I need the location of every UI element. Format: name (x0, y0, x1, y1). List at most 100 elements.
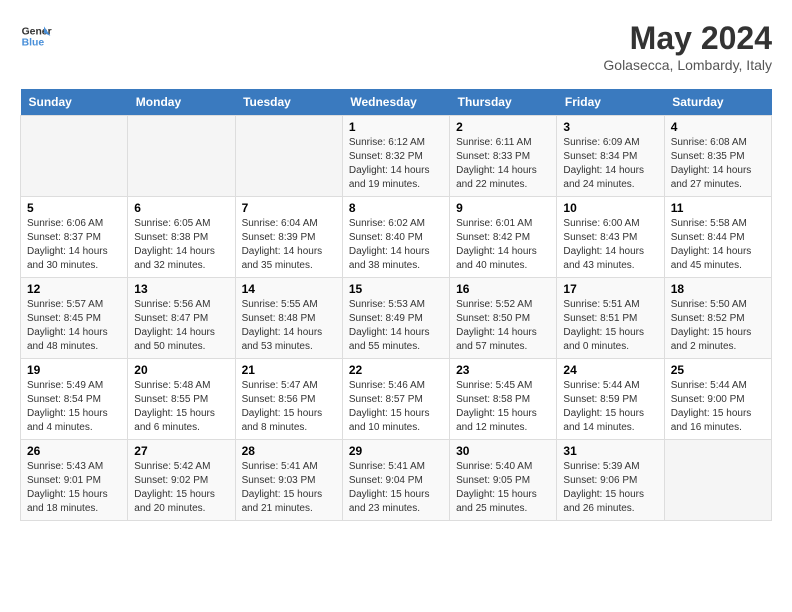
calendar-cell: 5 Sunrise: 6:06 AM Sunset: 8:37 PM Daylig… (21, 197, 128, 278)
day-info: Sunrise: 5:51 AM Sunset: 8:51 PM Dayligh… (563, 298, 657, 354)
day-info: Sunrise: 6:02 AM Sunset: 8:40 PM Dayligh… (349, 217, 443, 273)
day-number: 21 (242, 363, 336, 377)
day-number: 25 (671, 363, 765, 377)
svg-text:Blue: Blue (22, 38, 45, 49)
day-info: Sunrise: 5:41 AM Sunset: 9:03 PM Dayligh… (242, 460, 336, 516)
calendar-table: SundayMondayTuesdayWednesdayThursdayFrid… (20, 89, 772, 521)
day-info: Sunrise: 5:52 AM Sunset: 8:50 PM Dayligh… (456, 298, 550, 354)
header-monday: Monday (128, 89, 235, 116)
day-info: Sunrise: 6:11 AM Sunset: 8:33 PM Dayligh… (456, 136, 550, 192)
day-info: Sunrise: 5:50 AM Sunset: 8:52 PM Dayligh… (671, 298, 765, 354)
title-block: May 2024 Golasecca, Lombardy, Italy (603, 20, 772, 73)
day-number: 4 (671, 120, 765, 134)
logo-icon: General Blue (20, 20, 52, 52)
calendar-cell: 7Sunrise: 6:04 AM Sunset: 8:39 PM Daylig… (235, 197, 342, 278)
day-info: Sunrise: 6:12 AM Sunset: 8:32 PM Dayligh… (349, 136, 443, 192)
day-info: Sunrise: 6:09 AM Sunset: 8:34 PM Dayligh… (563, 136, 657, 192)
calendar-cell: 6 Sunrise: 6:05 AM Sunset: 8:38 PM Daylig… (128, 197, 235, 278)
day-info: Sunrise: 5:40 AM Sunset: 9:05 PM Dayligh… (456, 460, 550, 516)
calendar-cell: 8 Sunrise: 6:02 AM Sunset: 8:40 PM Daylig… (342, 197, 449, 278)
day-number: 27 (134, 444, 228, 458)
day-info: Sunrise: 5:46 AM Sunset: 8:57 PM Dayligh… (349, 379, 443, 435)
day-info: Sunrise: 5:45 AM Sunset: 8:58 PM Dayligh… (456, 379, 550, 435)
calendar-cell: 22 Sunrise: 5:46 AM Sunset: 8:57 PM Dayli… (342, 359, 449, 440)
day-number: 15 (349, 282, 443, 296)
calendar-header-row: SundayMondayTuesdayWednesdayThursdayFrid… (21, 89, 772, 116)
day-info: Sunrise: 5:53 AM Sunset: 8:49 PM Dayligh… (349, 298, 443, 354)
day-number: 19 (27, 363, 121, 377)
day-number: 22 (349, 363, 443, 377)
day-info: Sunrise: 5:56 AM Sunset: 8:47 PM Dayligh… (134, 298, 228, 354)
calendar-cell: 9Sunrise: 6:01 AM Sunset: 8:42 PM Daylig… (450, 197, 557, 278)
calendar-cell: 1 Sunrise: 6:12 AM Sunset: 8:32 PM Daylig… (342, 116, 449, 197)
day-info: Sunrise: 5:43 AM Sunset: 9:01 PM Dayligh… (27, 460, 121, 516)
calendar-cell: 3 Sunrise: 6:09 AM Sunset: 8:34 PM Daylig… (557, 116, 664, 197)
header-thursday: Thursday (450, 89, 557, 116)
day-number: 26 (27, 444, 121, 458)
calendar-cell: 27Sunrise: 5:42 AM Sunset: 9:02 PM Dayli… (128, 440, 235, 521)
calendar-cell: 18Sunrise: 5:50 AM Sunset: 8:52 PM Dayli… (664, 278, 771, 359)
header-wednesday: Wednesday (342, 89, 449, 116)
day-info: Sunrise: 6:04 AM Sunset: 8:39 PM Dayligh… (242, 217, 336, 273)
calendar-cell: 23 Sunrise: 5:45 AM Sunset: 8:58 PM Dayli… (450, 359, 557, 440)
calendar-week-3: 12 Sunrise: 5:57 AM Sunset: 8:45 PM Dayli… (21, 278, 772, 359)
day-number: 29 (349, 444, 443, 458)
calendar-cell: 19Sunrise: 5:49 AM Sunset: 8:54 PM Dayli… (21, 359, 128, 440)
day-number: 17 (563, 282, 657, 296)
calendar-cell: 28 Sunrise: 5:41 AM Sunset: 9:03 PM Dayli… (235, 440, 342, 521)
day-number: 2 (456, 120, 550, 134)
header-saturday: Saturday (664, 89, 771, 116)
calendar-cell: 29 Sunrise: 5:41 AM Sunset: 9:04 PM Dayli… (342, 440, 449, 521)
calendar-week-5: 26 Sunrise: 5:43 AM Sunset: 9:01 PM Dayli… (21, 440, 772, 521)
logo: General Blue (20, 20, 52, 52)
page-header: General Blue May 2024 Golasecca, Lombard… (20, 20, 772, 73)
day-info: Sunrise: 5:57 AM Sunset: 8:45 PM Dayligh… (27, 298, 121, 354)
day-number: 6 (134, 201, 228, 215)
day-info: Sunrise: 6:06 AM Sunset: 8:37 PM Dayligh… (27, 217, 121, 273)
calendar-cell: 21Sunrise: 5:47 AM Sunset: 8:56 PM Dayli… (235, 359, 342, 440)
calendar-cell: 30Sunrise: 5:40 AM Sunset: 9:05 PM Dayli… (450, 440, 557, 521)
calendar-cell: 17 Sunrise: 5:51 AM Sunset: 8:51 PM Dayli… (557, 278, 664, 359)
calendar-week-4: 19Sunrise: 5:49 AM Sunset: 8:54 PM Dayli… (21, 359, 772, 440)
header-tuesday: Tuesday (235, 89, 342, 116)
calendar-cell: 10 Sunrise: 6:00 AM Sunset: 8:43 PM Dayli… (557, 197, 664, 278)
day-info: Sunrise: 5:58 AM Sunset: 8:44 PM Dayligh… (671, 217, 765, 273)
calendar-cell: 25 Sunrise: 5:44 AM Sunset: 9:00 PM Dayli… (664, 359, 771, 440)
calendar-cell: 12 Sunrise: 5:57 AM Sunset: 8:45 PM Dayli… (21, 278, 128, 359)
day-number: 1 (349, 120, 443, 134)
header-friday: Friday (557, 89, 664, 116)
calendar-cell (128, 116, 235, 197)
day-number: 10 (563, 201, 657, 215)
day-number: 3 (563, 120, 657, 134)
day-info: Sunrise: 5:39 AM Sunset: 9:06 PM Dayligh… (563, 460, 657, 516)
day-number: 31 (563, 444, 657, 458)
day-number: 23 (456, 363, 550, 377)
calendar-cell: 31 Sunrise: 5:39 AM Sunset: 9:06 PM Dayli… (557, 440, 664, 521)
day-number: 28 (242, 444, 336, 458)
day-number: 8 (349, 201, 443, 215)
calendar-cell: 13 Sunrise: 5:56 AM Sunset: 8:47 PM Dayli… (128, 278, 235, 359)
day-info: Sunrise: 6:00 AM Sunset: 8:43 PM Dayligh… (563, 217, 657, 273)
day-number: 24 (563, 363, 657, 377)
day-info: Sunrise: 5:44 AM Sunset: 8:59 PM Dayligh… (563, 379, 657, 435)
day-number: 13 (134, 282, 228, 296)
day-info: Sunrise: 5:48 AM Sunset: 8:55 PM Dayligh… (134, 379, 228, 435)
day-info: Sunrise: 6:01 AM Sunset: 8:42 PM Dayligh… (456, 217, 550, 273)
location-subtitle: Golasecca, Lombardy, Italy (603, 57, 772, 73)
day-info: Sunrise: 5:41 AM Sunset: 9:04 PM Dayligh… (349, 460, 443, 516)
calendar-cell: 26 Sunrise: 5:43 AM Sunset: 9:01 PM Dayli… (21, 440, 128, 521)
calendar-cell (664, 440, 771, 521)
calendar-cell: 2 Sunrise: 6:11 AM Sunset: 8:33 PM Daylig… (450, 116, 557, 197)
day-info: Sunrise: 5:44 AM Sunset: 9:00 PM Dayligh… (671, 379, 765, 435)
calendar-cell: 20Sunrise: 5:48 AM Sunset: 8:55 PM Dayli… (128, 359, 235, 440)
day-number: 12 (27, 282, 121, 296)
calendar-cell (235, 116, 342, 197)
day-info: Sunrise: 6:05 AM Sunset: 8:38 PM Dayligh… (134, 217, 228, 273)
calendar-cell: 14Sunrise: 5:55 AM Sunset: 8:48 PM Dayli… (235, 278, 342, 359)
calendar-cell: 16Sunrise: 5:52 AM Sunset: 8:50 PM Dayli… (450, 278, 557, 359)
day-number: 5 (27, 201, 121, 215)
calendar-cell (21, 116, 128, 197)
calendar-week-2: 5 Sunrise: 6:06 AM Sunset: 8:37 PM Daylig… (21, 197, 772, 278)
calendar-cell: 4Sunrise: 6:08 AM Sunset: 8:35 PM Daylig… (664, 116, 771, 197)
day-number: 11 (671, 201, 765, 215)
